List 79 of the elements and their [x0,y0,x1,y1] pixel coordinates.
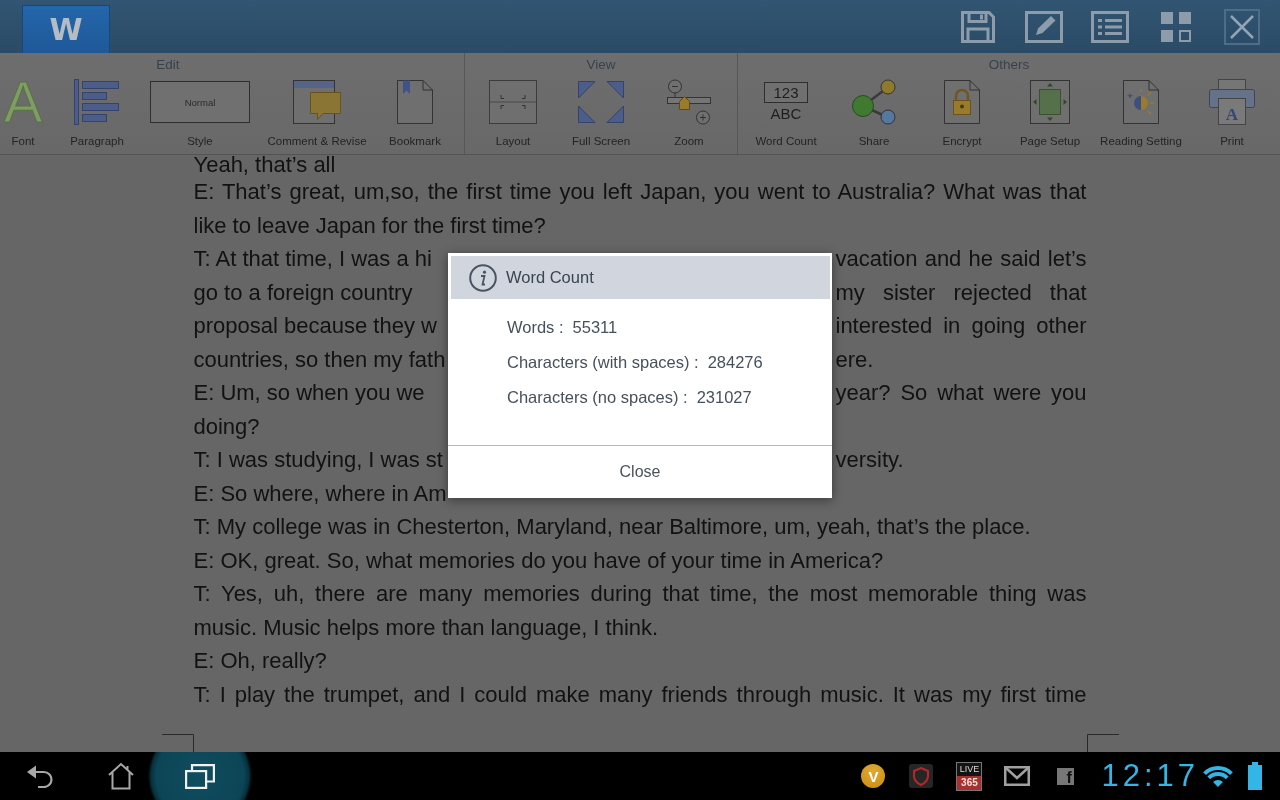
text-line: T: I play the trumpet, and I could make many friends through music. It was my first time [193,680,1087,709]
text-line: E: So where, where in Am [193,479,447,508]
page-setup-icon [1030,80,1070,124]
save-icon [961,10,995,43]
recent-apps-icon [185,763,215,789]
zoom-button[interactable]: Zoom [645,75,733,154]
grid-icon [1161,11,1191,42]
pagesetup-button[interactable]: Page Setup [1006,75,1094,154]
comment-window-icon [293,80,341,124]
text-line: T: At that time, I was a hi [193,245,432,273]
text-line: E: Um, so when you we [193,379,425,407]
style-button[interactable]: Normal Style [148,75,252,154]
share-icon [851,79,897,125]
status-clock: 12:17 [1101,760,1199,792]
layout-button[interactable]: Layout [469,75,557,154]
fullscreen-icon [577,80,625,124]
recents-button[interactable] [148,752,252,800]
style-preview: Normal [150,81,250,123]
ribbon-group-title: View [586,57,616,74]
reading-button[interactable]: Reading Setting [1094,75,1188,154]
text-line: countries, so then my fath [193,345,446,374]
text-line: doing? [193,412,260,441]
f-letter-logo[interactable]: f [1056,767,1074,785]
stat-value: 284276 [707,353,763,372]
text-line: my sister rejected that [835,278,1087,307]
edit-icon [1025,10,1063,43]
stat-value: 231027 [696,388,752,407]
text-line: ere. [835,345,874,374]
close-button[interactable]: Close [448,445,832,498]
share-button[interactable]: Share [830,75,918,154]
comment-button[interactable]: Comment & Revise [252,75,382,154]
print-button[interactable]: A Print [1188,75,1276,154]
text-line: versity. [835,446,904,474]
stat-label: Characters (no spaces) : [507,388,688,407]
layout-icon [489,80,537,124]
back-icon [26,764,54,788]
list-icon [1091,10,1129,43]
page-corner-mark [1086,734,1119,752]
zoom-slider-icon [667,79,711,125]
text-line: E: That’s great, um,so, the first time you left Japan, you went to Australia? What was that [193,178,1087,206]
v-letter-logo[interactable]: V [861,764,886,788]
stat-label: Characters (with spaces) : [507,353,699,372]
text-line: Yeah, that’s all [193,155,336,175]
text-line: like to leave Japan for the first time? [193,211,546,240]
padlock-page-icon [944,80,980,124]
text-line: vacation and he said let’s [835,245,1087,273]
fullscreen-button[interactable]: Full Screen [557,75,645,154]
page-corner-mark [161,734,194,752]
radio-app-logo[interactable]: LIVE 365 [956,761,983,791]
wifi-icon [1202,764,1234,788]
wordcount-button[interactable]: 123 ABC Word Count [742,75,830,154]
ribbon-group-title: Edit [156,57,180,74]
text-line: E: OK, great. So, what memories do you have of your time in America? [193,546,884,575]
battery-icon [1248,762,1262,790]
dialog-title: Word Count [506,268,594,287]
info-icon [469,263,497,292]
stat-label: Words : [507,318,564,337]
text-line: proposal because they w [193,312,437,340]
mail-icon[interactable] [1004,766,1031,786]
text-line: T: Yes, uh, there are many memories during that time, the most memorable thing was [193,580,1087,608]
bookmark-page-icon [397,80,433,124]
paragraph-button[interactable]: Paragraph [46,75,148,154]
shield-app-icon[interactable] [909,764,934,788]
text-line: music. Music helps more than language, I think. [193,613,659,642]
text-line: year? So what were you [835,379,1087,407]
text-line: interested in going other [835,312,1087,340]
sun-moon-page-icon [1123,80,1159,124]
paragraph-align-icon [74,79,120,125]
home-icon [107,762,135,790]
ribbon-group-title: Others [988,57,1030,74]
text-line: go to a foreign country [193,278,413,307]
text-line: T: My college was in Chesterton, Maryland, near Baltimore, um, yeah, that’s the place. [193,513,1031,541]
bookmark-button[interactable]: Bookmark [382,75,448,154]
text-line: E: Oh, really? [193,647,327,675]
text-line: T: I was studying, I was st [193,446,443,474]
encrypt-button[interactable]: Encrypt [918,75,1006,154]
app-menu-button[interactable]: W [22,5,110,53]
close-icon [1224,8,1260,45]
stat-value: 55311 [572,318,618,337]
